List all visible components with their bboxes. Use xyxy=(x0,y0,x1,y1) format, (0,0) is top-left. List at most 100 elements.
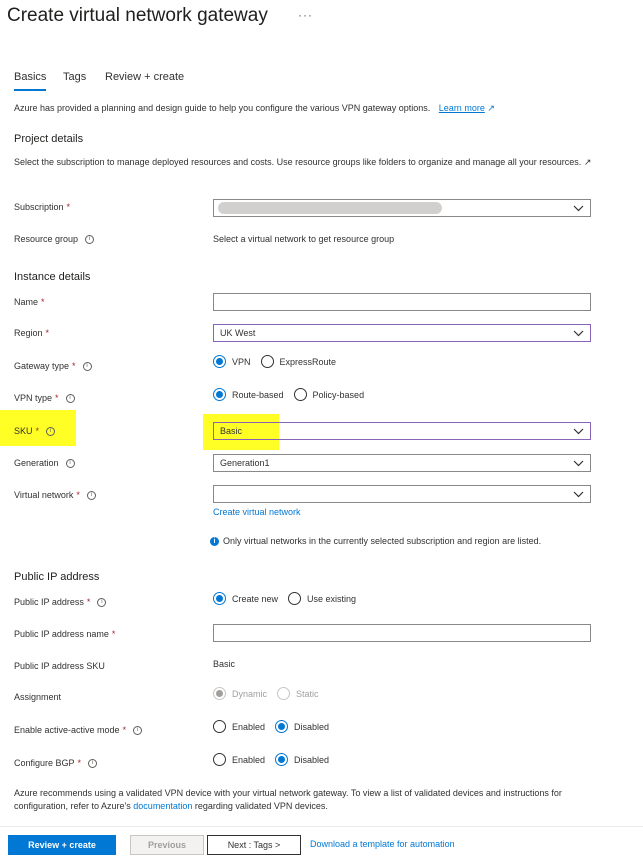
subscription-label: Subscription * xyxy=(14,202,70,212)
generation-select[interactable]: Generation1 xyxy=(213,454,591,472)
subscription-label-text: Subscription xyxy=(14,202,64,212)
info-icon[interactable]: i xyxy=(82,361,92,371)
name-label: Name * xyxy=(14,297,45,307)
project-details-heading: Project details xyxy=(14,133,84,145)
virtual-network-label-text: Virtual network xyxy=(14,490,74,500)
instance-details-heading: Instance details xyxy=(14,271,91,283)
assignment-radio-group: Dynamic Static xyxy=(213,687,329,700)
public-ip-heading: Public IP address xyxy=(14,571,100,583)
required-marker: * xyxy=(111,629,116,639)
configure-bgp-label: Configure BGP * i xyxy=(14,758,98,768)
active-disabled-option[interactable]: Disabled xyxy=(275,720,329,733)
tab-basics-label: Basics xyxy=(14,71,47,83)
info-filled-icon: i xyxy=(210,536,219,546)
virtual-network-label: Virtual network * i xyxy=(14,490,96,500)
info-icon[interactable]: i xyxy=(88,758,98,768)
radio-unselected[interactable] xyxy=(260,355,274,368)
vnet-note-text: Only virtual networks in the currently s… xyxy=(223,536,542,546)
info-icon[interactable]: i xyxy=(133,725,143,735)
radio-label: Disabled xyxy=(294,754,330,765)
info-icon[interactable]: i xyxy=(65,458,75,468)
external-link-icon: ↗ xyxy=(487,103,495,113)
redacted-value xyxy=(218,202,442,214)
tab-tags[interactable]: Tags xyxy=(63,71,86,83)
bgp-radio-group: Enabled Disabled xyxy=(213,753,339,766)
radio-label: Use existing xyxy=(307,593,357,604)
sku-select[interactable]: Basic xyxy=(213,422,591,440)
bgp-disabled-option[interactable]: Disabled xyxy=(275,753,329,766)
vnet-info-note: i Only virtual networks in the currently… xyxy=(210,536,541,546)
download-template-link[interactable]: Download a template for automation xyxy=(310,839,455,849)
radio-label: Disabled xyxy=(294,721,330,732)
resource-group-label: Resource group i xyxy=(14,234,95,244)
region-label-text: Region xyxy=(14,328,43,338)
gateway-type-label-text: Gateway type xyxy=(14,361,70,371)
create-new-option[interactable]: Create new xyxy=(213,592,278,605)
vpn-type-label: VPN type * i xyxy=(14,393,75,403)
gateway-type-label: Gateway type * i xyxy=(14,361,92,371)
learn-more-link[interactable]: Learn more xyxy=(439,103,485,113)
radio-unselected[interactable] xyxy=(293,388,307,401)
public-ip-name-input[interactable] xyxy=(213,624,591,642)
create-virtual-network-link[interactable]: Create virtual network xyxy=(213,507,301,517)
radio-selected[interactable] xyxy=(213,388,226,401)
next-tags-button[interactable]: Next : Tags > xyxy=(207,835,301,855)
subscription-select[interactable] xyxy=(213,199,591,217)
radio-label: Create new xyxy=(232,593,279,604)
name-input[interactable] xyxy=(213,293,591,311)
use-existing-option[interactable]: Use existing xyxy=(288,592,356,605)
radio-label: ExpressRoute xyxy=(279,356,337,367)
region-select[interactable]: UK West xyxy=(213,324,591,342)
vpn-type-radio-group: Route-based Policy-based xyxy=(213,388,374,401)
chevron-down-icon xyxy=(573,428,584,435)
radio-unselected-disabled xyxy=(277,687,291,700)
bgp-enabled-option[interactable]: Enabled xyxy=(213,753,265,766)
required-marker: * xyxy=(66,202,71,212)
more-options-icon[interactable]: ··· xyxy=(298,8,313,22)
tab-basics[interactable]: Basics xyxy=(14,71,47,91)
info-icon[interactable]: i xyxy=(46,426,56,436)
radio-unselected[interactable] xyxy=(288,592,302,605)
public-ip-sku-label-text: Public IP address SKU xyxy=(14,661,105,671)
tab-review-create[interactable]: Review + create xyxy=(105,71,184,83)
name-label-text: Name xyxy=(14,297,39,307)
chevron-down-icon xyxy=(573,491,584,498)
info-icon[interactable]: i xyxy=(65,393,75,403)
radio-unselected[interactable] xyxy=(213,753,226,766)
page-title: Create virtual network gateway xyxy=(7,5,268,26)
radio-selected[interactable] xyxy=(213,355,226,368)
info-icon[interactable]: i xyxy=(85,234,95,244)
public-ip-radio-group: Create new Use existing xyxy=(213,592,366,605)
gateway-type-vpn-option[interactable]: VPN xyxy=(213,355,251,368)
gateway-type-expressroute-option[interactable]: ExpressRoute xyxy=(260,355,337,368)
generation-value: Generation1 xyxy=(220,458,270,468)
radio-label: Policy-based xyxy=(312,389,365,400)
review-create-button[interactable]: Review + create xyxy=(8,835,116,855)
tab-active-indicator xyxy=(14,89,47,91)
radio-selected[interactable] xyxy=(275,720,289,733)
footer-text-after: regarding validated VPN devices. xyxy=(194,801,328,811)
documentation-link[interactable]: documentation xyxy=(133,801,192,811)
virtual-network-select[interactable] xyxy=(213,485,591,503)
radio-label: Route-based xyxy=(232,389,284,400)
chevron-down-icon xyxy=(573,330,584,337)
assignment-label: Assignment xyxy=(14,692,61,702)
vpn-type-policy-based-option[interactable]: Policy-based xyxy=(293,388,365,401)
required-marker: * xyxy=(41,297,45,307)
radio-selected-disabled xyxy=(213,687,226,700)
info-icon[interactable]: i xyxy=(97,597,107,607)
project-description-text: Select the subscription to manage deploy… xyxy=(14,157,582,167)
gateway-type-radio-group: VPN ExpressRoute xyxy=(213,355,346,368)
info-icon[interactable]: i xyxy=(86,490,96,500)
vpn-type-route-based-option[interactable]: Route-based xyxy=(213,388,284,401)
active-active-label: Enable active-active mode * i xyxy=(14,725,143,735)
region-value: UK West xyxy=(220,328,256,338)
radio-selected[interactable] xyxy=(213,592,226,605)
configure-bgp-label-text: Configure BGP xyxy=(14,758,75,768)
required-marker: * xyxy=(122,725,127,735)
radio-selected[interactable] xyxy=(275,753,289,766)
radio-unselected[interactable] xyxy=(213,720,226,733)
active-enabled-option[interactable]: Enabled xyxy=(213,720,265,733)
project-description: Select the subscription to manage deploy… xyxy=(14,156,614,169)
radio-label: Enabled xyxy=(232,721,266,732)
